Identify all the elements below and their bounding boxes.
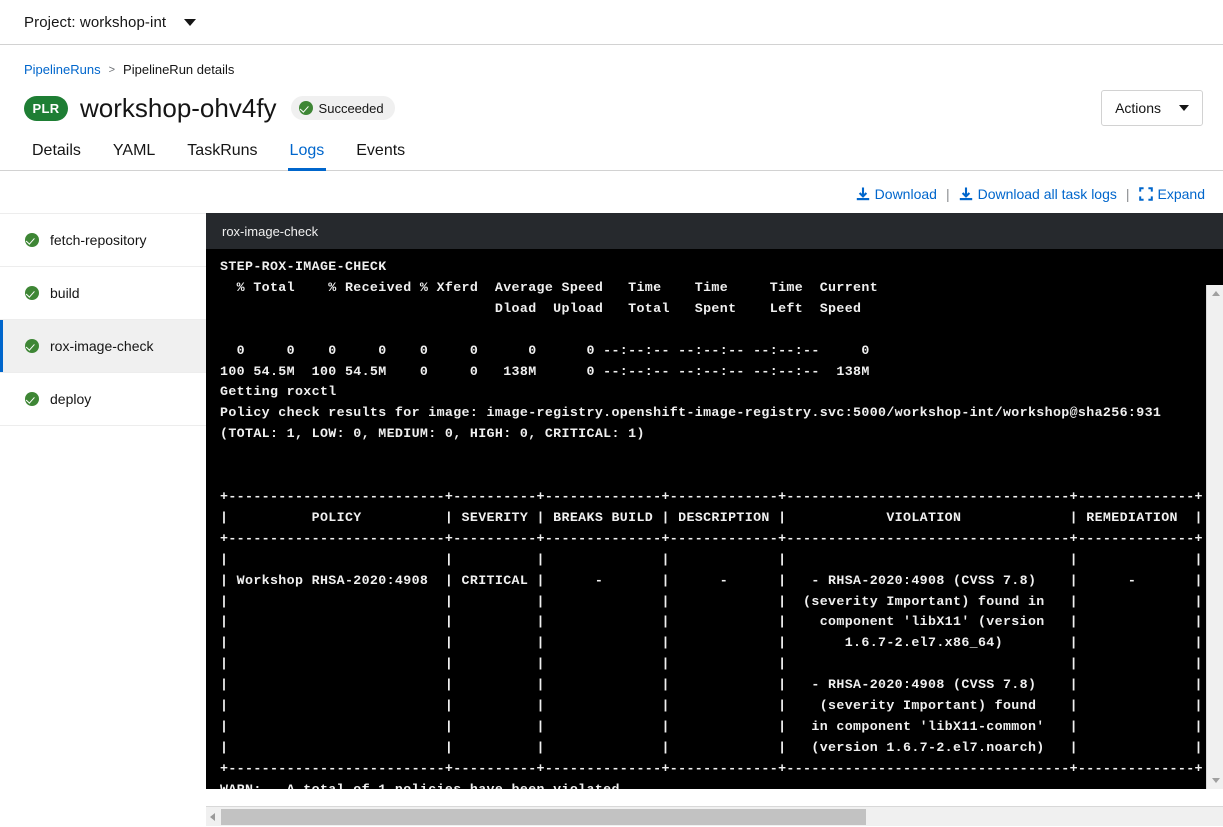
step-item-label: deploy	[50, 391, 91, 407]
tab-logs[interactable]: Logs	[274, 143, 341, 170]
project-selector-label[interactable]: Project: workshop-int	[24, 14, 166, 31]
expand-label: Expand	[1158, 186, 1205, 202]
download-all-task-logs-button[interactable]: Download all task logs	[959, 186, 1117, 202]
status-badge-label: Succeeded	[319, 101, 384, 116]
actions-button[interactable]: Actions	[1101, 90, 1203, 126]
breadcrumb-current: PipelineRun details	[123, 62, 234, 77]
download-icon	[959, 187, 973, 202]
bottom-left-filler	[0, 806, 206, 826]
caret-down-icon[interactable]	[184, 19, 196, 26]
page-header: PLR workshop-ohv4fy Succeeded Actions	[0, 77, 1223, 129]
toolbar-divider: |	[946, 186, 950, 202]
scroll-up-button[interactable]	[1207, 285, 1223, 302]
horizontal-scrollbar-thumb[interactable]	[221, 809, 866, 825]
resource-type-badge: PLR	[24, 96, 68, 121]
log-output-text: STEP-ROX-IMAGE-CHECK % Total % Received …	[206, 249, 1206, 789]
status-badge: Succeeded	[291, 96, 395, 120]
breadcrumb-separator: >	[109, 64, 115, 76]
scroll-down-button[interactable]	[1207, 772, 1223, 789]
check-circle-icon	[25, 286, 39, 300]
page-title: workshop-ohv4fy	[80, 93, 277, 124]
download-all-label: Download all task logs	[978, 186, 1117, 202]
step-item-deploy[interactable]: deploy	[0, 373, 206, 426]
log-vertical-scrollbar[interactable]	[1206, 285, 1223, 789]
check-circle-icon	[25, 339, 39, 353]
tab-events[interactable]: Events	[340, 143, 421, 170]
toolbar-divider: |	[1126, 186, 1130, 202]
download-button[interactable]: Download	[856, 186, 937, 202]
check-circle-icon	[25, 392, 39, 406]
expand-icon	[1139, 187, 1153, 201]
check-circle-icon	[299, 101, 313, 115]
log-panel-title: rox-image-check	[222, 224, 318, 239]
triangle-down-icon	[1212, 778, 1220, 783]
log-toolbar: Download | Download all task logs | Expa…	[0, 171, 1223, 213]
triangle-up-icon	[1212, 291, 1220, 296]
scroll-left-button[interactable]	[206, 807, 219, 827]
step-item-label: rox-image-check	[50, 338, 153, 354]
download-icon	[856, 187, 870, 202]
tab-bar: Details YAML TaskRuns Logs Events	[0, 129, 1223, 171]
check-circle-icon	[25, 233, 39, 247]
log-scroll-area: STEP-ROX-IMAGE-CHECK % Total % Received …	[206, 249, 1223, 789]
step-item-label: build	[50, 285, 80, 301]
step-item-build[interactable]: build	[0, 267, 206, 320]
log-body: STEP-ROX-IMAGE-CHECK % Total % Received …	[206, 249, 1206, 789]
log-horizontal-scrollbar[interactable]	[206, 806, 1223, 826]
breadcrumb-link-pipelineruns[interactable]: PipelineRuns	[24, 62, 101, 77]
logs-content: fetch-repository build rox-image-check d…	[0, 213, 1223, 789]
step-item-rox-image-check[interactable]: rox-image-check	[0, 320, 206, 373]
step-list: fetch-repository build rox-image-check d…	[0, 213, 206, 789]
log-panel: rox-image-check STEP-ROX-IMAGE-CHECK % T…	[206, 213, 1223, 789]
log-panel-header: rox-image-check	[206, 213, 1223, 249]
breadcrumb: PipelineRuns > PipelineRun details	[0, 45, 1223, 77]
tab-yaml[interactable]: YAML	[97, 143, 171, 170]
caret-down-icon	[1179, 105, 1189, 111]
actions-button-label: Actions	[1115, 100, 1161, 116]
project-bar: Project: workshop-int	[0, 0, 1223, 45]
tab-taskruns[interactable]: TaskRuns	[171, 143, 273, 170]
step-item-label: fetch-repository	[50, 232, 146, 248]
triangle-left-icon	[210, 813, 215, 821]
expand-button[interactable]: Expand	[1139, 186, 1205, 202]
tab-details[interactable]: Details	[24, 143, 97, 170]
download-label: Download	[875, 186, 937, 202]
step-item-fetch-repository[interactable]: fetch-repository	[0, 214, 206, 267]
